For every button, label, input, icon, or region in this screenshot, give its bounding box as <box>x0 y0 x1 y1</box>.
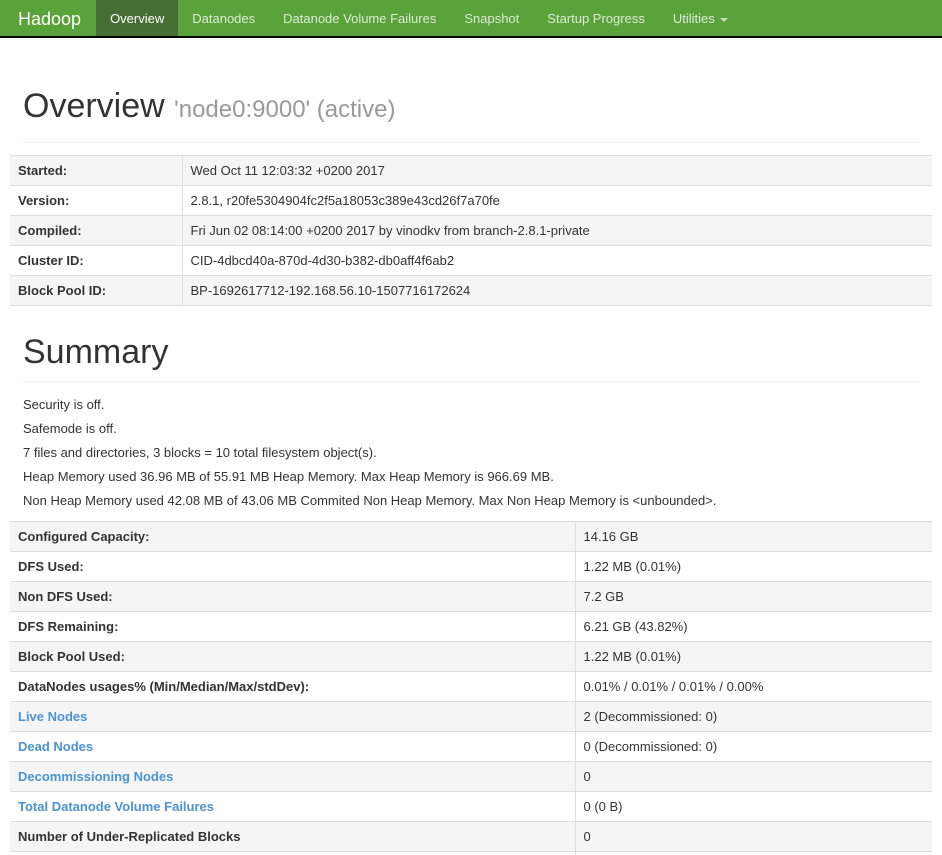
row-value: 2 (Decommissioned: 0) <box>575 701 932 732</box>
table-row: Non DFS Used: 7.2 GB <box>10 581 932 612</box>
summary-header: Summary <box>23 332 919 382</box>
row-value: 0 (0 B) <box>575 791 932 822</box>
row-value: BP-1692617712-192.168.56.10-150771617262… <box>182 275 932 306</box>
row-label: Cluster ID: <box>10 245 183 276</box>
cluster-info-table: Started: Wed Oct 11 12:03:32 +0200 2017 … <box>10 155 932 306</box>
table-row: Cluster ID: CID-4dbcd40a-870d-4d30-b382-… <box>10 245 932 276</box>
page-title: Overview 'node0:9000' (active) <box>23 86 919 130</box>
row-label: Dead Nodes <box>10 731 576 762</box>
row-value: 0 (Decommissioned: 0) <box>575 731 932 762</box>
decommissioning-nodes-link[interactable]: Decommissioning Nodes <box>18 769 173 784</box>
row-label: Started: <box>10 155 183 186</box>
overview-header: Overview 'node0:9000' (active) <box>23 86 919 143</box>
table-row: Configured Capacity: 14.16 GB <box>10 521 932 552</box>
row-value: 14.16 GB <box>575 521 932 552</box>
table-row: Block Pool ID: BP-1692617712-192.168.56.… <box>10 275 932 306</box>
row-label: Configured Capacity: <box>10 521 576 552</box>
table-row: Started: Wed Oct 11 12:03:32 +0200 2017 <box>10 155 932 186</box>
row-value: 6.21 GB (43.82%) <box>575 611 932 642</box>
row-value: 0 <box>575 761 932 792</box>
row-value: 0 <box>575 851 932 855</box>
row-label: Compiled: <box>10 215 183 246</box>
row-label: Live Nodes <box>10 701 576 732</box>
nav-item-utilities-dropdown[interactable]: Utilities <box>659 0 742 36</box>
table-row: Version: 2.8.1, r20fe5304904fc2f5a18053c… <box>10 185 932 216</box>
table-row: DFS Remaining: 6.21 GB (43.82%) <box>10 611 932 642</box>
table-row: Decommissioning Nodes 0 <box>10 761 932 792</box>
main-nav: Overview Datanodes Datanode Volume Failu… <box>96 0 742 36</box>
row-label: Number of Blocks Pending Deletion <box>10 851 576 855</box>
page-title-text: Overview <box>23 87 165 125</box>
row-value: 0 <box>575 821 932 852</box>
nav-item-overview[interactable]: Overview <box>96 0 179 36</box>
row-value: 0.01% / 0.01% / 0.01% / 0.00% <box>575 671 932 702</box>
row-label: Total Datanode Volume Failures <box>10 791 576 822</box>
row-label: Non DFS Used: <box>10 581 576 612</box>
row-label: Decommissioning Nodes <box>10 761 576 792</box>
filesystem-objects-text: 7 files and directories, 3 blocks = 10 t… <box>23 445 377 460</box>
row-value: CID-4dbcd40a-870d-4d30-b382-db0aff4f6ab2 <box>182 245 932 276</box>
row-label: Version: <box>10 185 183 216</box>
dead-nodes-link[interactable]: Dead Nodes <box>18 739 93 754</box>
table-row: Compiled: Fri Jun 02 08:14:00 +0200 2017… <box>10 215 932 246</box>
summary-table: Configured Capacity: 14.16 GB DFS Used: … <box>10 521 932 855</box>
table-row: Number of Under-Replicated Blocks 0 <box>10 821 932 852</box>
row-label: DFS Remaining: <box>10 611 576 642</box>
row-value: Wed Oct 11 12:03:32 +0200 2017 <box>182 155 932 186</box>
row-label: Block Pool Used: <box>10 641 576 672</box>
row-label: DataNodes usages% (Min/Median/Max/stdDev… <box>10 671 576 702</box>
nav-item-utilities-label: Utilities <box>672 11 715 26</box>
nav-item-snapshot[interactable]: Snapshot <box>450 0 533 36</box>
row-label: DFS Used: <box>10 551 576 582</box>
row-value: 7.2 GB <box>575 581 932 612</box>
summary-paragraphs: Security is off. Safemode is off. 7 file… <box>23 396 919 509</box>
nav-item-datanodes[interactable]: Datanodes <box>178 0 269 36</box>
row-value: 1.22 MB (0.01%) <box>575 641 932 672</box>
page-content: Overview 'node0:9000' (active) Started: … <box>0 86 942 855</box>
summary-title: Summary <box>23 333 169 371</box>
table-row: Number of Blocks Pending Deletion 0 <box>10 851 932 855</box>
row-label: Number of Under-Replicated Blocks <box>10 821 576 852</box>
live-nodes-link[interactable]: Live Nodes <box>18 709 87 724</box>
row-label: Block Pool ID: <box>10 275 183 306</box>
page-title-subtitle: 'node0:9000' (active) <box>174 96 396 123</box>
nav-item-startup-progress[interactable]: Startup Progress <box>533 0 659 36</box>
total-datanode-volume-failures-link[interactable]: Total Datanode Volume Failures <box>18 799 214 814</box>
non-heap-memory-text: Non Heap Memory used 42.08 MB of 43.06 M… <box>23 493 717 508</box>
caret-down-icon <box>719 17 728 22</box>
table-row: Live Nodes 2 (Decommissioned: 0) <box>10 701 932 732</box>
row-value: 2.8.1, r20fe5304904fc2f5a18053c389e43cd2… <box>182 185 932 216</box>
row-value: Fri Jun 02 08:14:00 +0200 2017 by vinodk… <box>182 215 932 246</box>
safemode-status-text: Safemode is off. <box>23 421 117 436</box>
security-status-text: Security is off. <box>23 397 105 412</box>
heap-memory-text: Heap Memory used 36.96 MB of 55.91 MB He… <box>23 469 554 484</box>
table-row: Dead Nodes 0 (Decommissioned: 0) <box>10 731 932 762</box>
table-row: DFS Used: 1.22 MB (0.01%) <box>10 551 932 582</box>
table-row: Total Datanode Volume Failures 0 (0 B) <box>10 791 932 822</box>
row-value: 1.22 MB (0.01%) <box>575 551 932 582</box>
top-navbar: Hadoop Overview Datanodes Datanode Volum… <box>0 0 942 38</box>
nav-item-datanode-volume-failures[interactable]: Datanode Volume Failures <box>269 0 450 36</box>
table-row: DataNodes usages% (Min/Median/Max/stdDev… <box>10 671 932 702</box>
brand-hadoop: Hadoop <box>18 9 82 29</box>
table-row: Block Pool Used: 1.22 MB (0.01%) <box>10 641 932 672</box>
